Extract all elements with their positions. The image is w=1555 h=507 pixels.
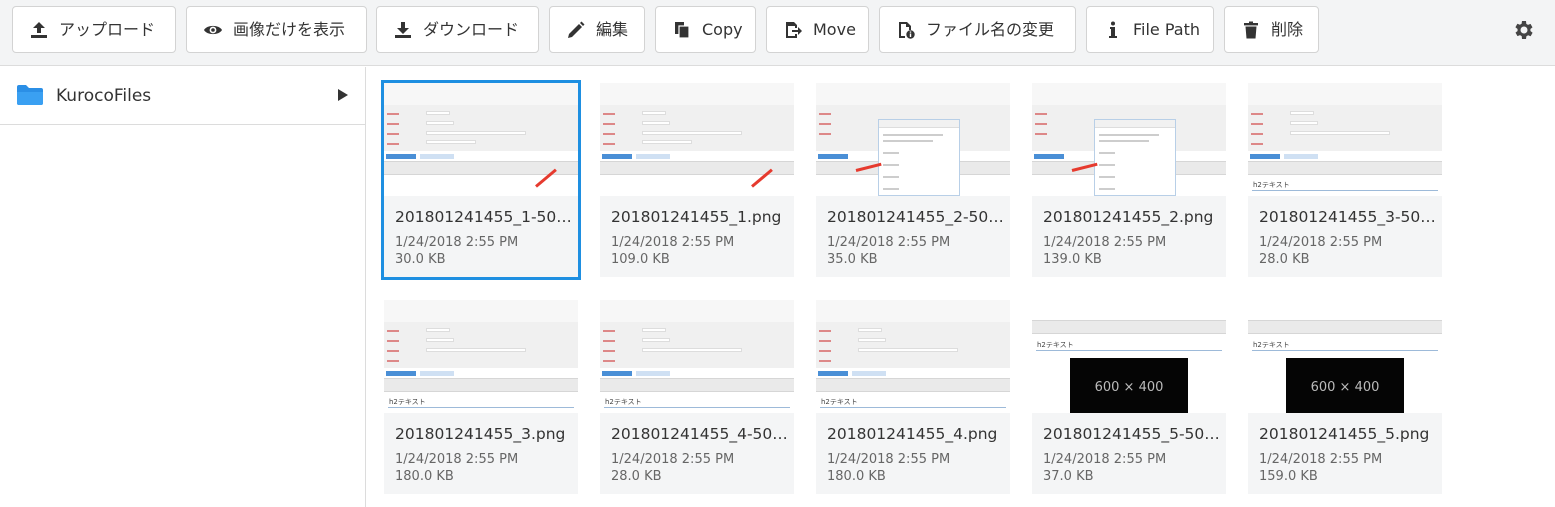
thumbnail-h2-text: h2テキスト bbox=[1253, 341, 1290, 349]
rename-icon bbox=[899, 21, 915, 39]
file-size: 35.0 KB bbox=[827, 252, 878, 267]
file-thumbnail: h2テキスト 600 × 400 bbox=[1248, 300, 1442, 413]
thumbnail-placeholder-text: 600 × 400 bbox=[1310, 380, 1380, 395]
folder-sidebar: KurocoFiles bbox=[0, 67, 366, 507]
pencil-icon bbox=[568, 21, 585, 38]
copy-icon bbox=[675, 21, 690, 39]
file-card[interactable]: h2テキスト 201801241455_4-500x1_x.png 1/24/2… bbox=[600, 300, 794, 494]
file-card[interactable]: 201801241455_1.png 1/24/2018 2:55 PM 109… bbox=[600, 83, 794, 277]
file-date: 1/24/2018 2:55 PM bbox=[1043, 235, 1167, 250]
file-date: 1/24/2018 2:55 PM bbox=[1259, 452, 1383, 467]
file-name: 201801241455_2-500x1_x.png bbox=[827, 208, 1005, 226]
copy-button[interactable]: Copy bbox=[655, 6, 756, 53]
file-card[interactable]: h2テキスト 201801241455_3-500x1_x.png 1/24/2… bbox=[1248, 83, 1442, 277]
toolbar: アップロード 画像だけを表示 ダウンロード 編集 Copy Move ファイル名… bbox=[0, 0, 1555, 66]
file-date: 1/24/2018 2:55 PM bbox=[395, 452, 519, 467]
upload-label: アップロード bbox=[59, 19, 156, 39]
file-thumbnail bbox=[816, 83, 1010, 196]
folder-icon bbox=[17, 85, 43, 105]
file-date: 1/24/2018 2:55 PM bbox=[611, 235, 735, 250]
show-images-only-label: 画像だけを表示 bbox=[233, 19, 346, 39]
file-thumbnail bbox=[600, 83, 794, 196]
file-card[interactable]: 201801241455_2-500x1_x.png 1/24/2018 2:5… bbox=[816, 83, 1010, 277]
eye-icon bbox=[204, 25, 222, 34]
file-name: 201801241455_1-500x1_x.png bbox=[395, 208, 573, 226]
gear-icon[interactable] bbox=[1511, 18, 1535, 42]
move-icon bbox=[786, 21, 802, 38]
file-path-label: File Path bbox=[1133, 19, 1201, 39]
expand-arrow-icon[interactable] bbox=[337, 88, 349, 102]
move-label: Move bbox=[813, 19, 856, 39]
file-size: 180.0 KB bbox=[395, 469, 454, 484]
file-thumbnail bbox=[1032, 83, 1226, 196]
file-size: 28.0 KB bbox=[1259, 252, 1310, 267]
trash-icon bbox=[1244, 21, 1258, 38]
info-icon bbox=[1109, 21, 1117, 38]
file-date: 1/24/2018 2:55 PM bbox=[1043, 452, 1167, 467]
file-name: 201801241455_4.png bbox=[827, 425, 998, 443]
file-grid: 201801241455_1-500x1_x.png 1/24/2018 2:5… bbox=[367, 67, 1555, 507]
delete-label: 削除 bbox=[1271, 19, 1304, 39]
file-size: 30.0 KB bbox=[395, 252, 446, 267]
thumbnail-placeholder-text: 600 × 400 bbox=[1094, 380, 1164, 395]
file-date: 1/24/2018 2:55 PM bbox=[1259, 235, 1383, 250]
folder-name: KurocoFiles bbox=[56, 86, 152, 106]
rename-button[interactable]: ファイル名の変更 bbox=[879, 6, 1076, 53]
download-icon bbox=[395, 21, 411, 38]
file-thumbnail: h2テキスト bbox=[1248, 83, 1442, 196]
file-card[interactable]: h2テキスト 600 × 400 201801241455_5-500x1_x.… bbox=[1032, 300, 1226, 494]
file-name: 201801241455_5.png bbox=[1259, 425, 1430, 443]
file-size: 109.0 KB bbox=[611, 252, 670, 267]
file-card[interactable]: 201801241455_1-500x1_x.png 1/24/2018 2:5… bbox=[381, 80, 581, 280]
rename-label: ファイル名の変更 bbox=[926, 19, 1055, 39]
move-button[interactable]: Move bbox=[766, 6, 869, 53]
file-thumbnail: h2テキスト bbox=[384, 300, 578, 413]
edit-label: 編集 bbox=[596, 19, 629, 39]
file-path-button[interactable]: File Path bbox=[1086, 6, 1214, 53]
file-size: 28.0 KB bbox=[611, 469, 662, 484]
file-name: 201801241455_4-500x1_x.png bbox=[611, 425, 789, 443]
file-name: 201801241455_5-500x1_x.png bbox=[1043, 425, 1221, 443]
file-date: 1/24/2018 2:55 PM bbox=[395, 235, 519, 250]
download-label: ダウンロード bbox=[423, 19, 520, 39]
download-button[interactable]: ダウンロード bbox=[376, 6, 539, 53]
delete-button[interactable]: 削除 bbox=[1224, 6, 1319, 53]
file-card[interactable]: h2テキスト 201801241455_4.png 1/24/2018 2:55… bbox=[816, 300, 1010, 494]
edit-button[interactable]: 編集 bbox=[549, 6, 645, 53]
file-card[interactable]: 201801241455_2.png 1/24/2018 2:55 PM 139… bbox=[1032, 83, 1226, 277]
file-thumbnail: h2テキスト bbox=[600, 300, 794, 413]
file-card[interactable]: h2テキスト 600 × 400 201801241455_5.png 1/24… bbox=[1248, 300, 1442, 494]
thumbnail-h2-text: h2テキスト bbox=[821, 398, 858, 406]
file-size: 159.0 KB bbox=[1259, 469, 1318, 484]
show-images-only-button[interactable]: 画像だけを表示 bbox=[186, 6, 367, 53]
file-name: 201801241455_2.png bbox=[1043, 208, 1214, 226]
file-size: 37.0 KB bbox=[1043, 469, 1094, 484]
file-size: 180.0 KB bbox=[827, 469, 886, 484]
file-thumbnail: h2テキスト 600 × 400 bbox=[1032, 300, 1226, 413]
file-date: 1/24/2018 2:55 PM bbox=[611, 452, 735, 467]
thumbnail-h2-text: h2テキスト bbox=[1253, 181, 1290, 189]
upload-button[interactable]: アップロード bbox=[12, 6, 176, 53]
thumbnail-h2-text: h2テキスト bbox=[605, 398, 642, 406]
copy-label: Copy bbox=[702, 19, 743, 39]
file-thumbnail bbox=[384, 83, 578, 196]
sidebar-item-kurocofiles[interactable]: KurocoFiles bbox=[0, 67, 365, 125]
file-name: 201801241455_1.png bbox=[611, 208, 782, 226]
upload-icon bbox=[31, 21, 47, 38]
file-size: 139.0 KB bbox=[1043, 252, 1102, 267]
thumbnail-h2-text: h2テキスト bbox=[389, 398, 426, 406]
file-name: 201801241455_3.png bbox=[395, 425, 566, 443]
file-date: 1/24/2018 2:55 PM bbox=[827, 235, 951, 250]
thumbnail-h2-text: h2テキスト bbox=[1037, 341, 1074, 349]
file-name: 201801241455_3-500x1_x.png bbox=[1259, 208, 1437, 226]
file-thumbnail: h2テキスト bbox=[816, 300, 1010, 413]
file-card[interactable]: h2テキスト 201801241455_3.png 1/24/2018 2:55… bbox=[384, 300, 578, 494]
file-date: 1/24/2018 2:55 PM bbox=[827, 452, 951, 467]
